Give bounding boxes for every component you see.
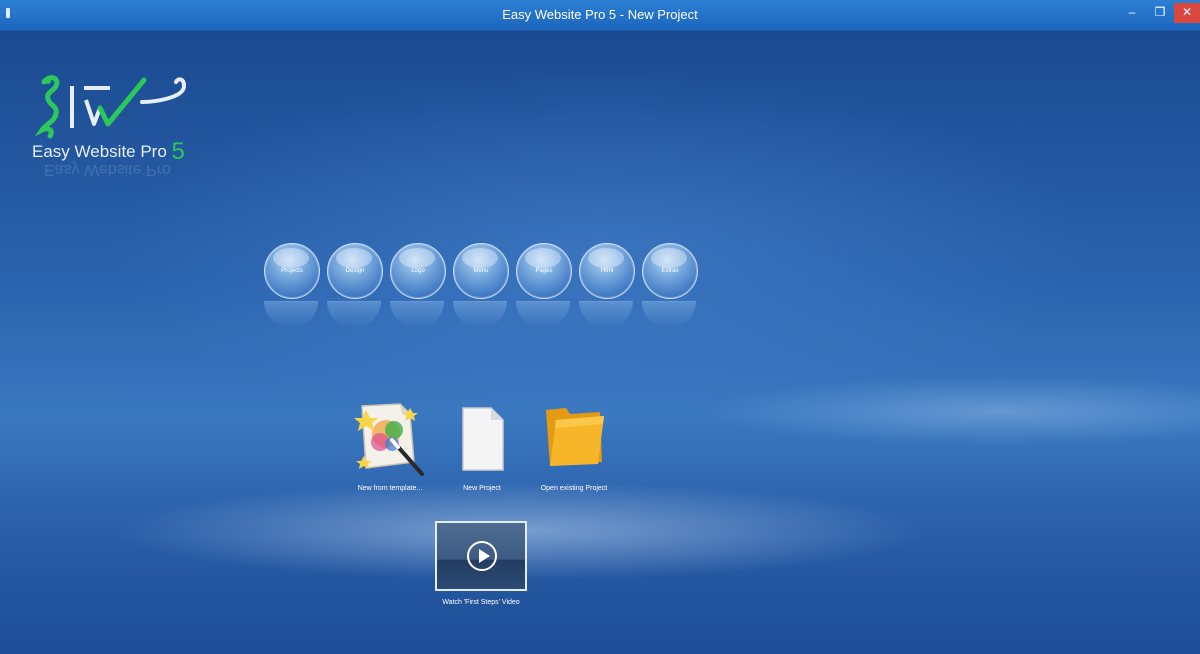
nav-extras-button[interactable]: Extras [642, 243, 698, 299]
blank-document-icon [462, 407, 504, 471]
title-bar: Easy Website Pro 5 - New Project – ❐ ✕ [0, 0, 1200, 31]
bubble-reflection [642, 301, 696, 328]
play-icon [467, 541, 497, 571]
new-project-button[interactable]: New Project [447, 400, 517, 493]
watch-video-button[interactable] [435, 521, 527, 591]
nav-bubbles: Projects Design Logo Menu Pages Html Ext… [264, 243, 704, 333]
nav-menu-button[interactable]: Menu [453, 243, 509, 299]
close-button[interactable]: ✕ [1174, 3, 1200, 23]
nav-projects-button[interactable]: Projects [264, 243, 320, 299]
window-title: Easy Website Pro 5 - New Project [502, 7, 698, 22]
open-existing-project-button[interactable]: Open existing Project [536, 400, 612, 493]
bubble-reflection [579, 301, 633, 328]
new-project-label: New Project [463, 485, 501, 492]
new-from-template-button[interactable]: New from template... [350, 400, 430, 493]
folder-icon [546, 408, 604, 466]
bubble-reflection [390, 301, 444, 328]
logo-reflection: Easy Website Pro [44, 161, 171, 178]
maximize-button[interactable]: ❐ [1146, 3, 1174, 23]
bubble-reflection [516, 301, 570, 328]
nav-html-button[interactable]: Html [579, 243, 635, 299]
template-magic-wand-icon [354, 403, 424, 476]
nav-design-button[interactable]: Design [327, 243, 383, 299]
bubble-reflection [453, 301, 507, 328]
nav-pages-button[interactable]: Pages [516, 243, 572, 299]
bubble-reflection [264, 301, 318, 328]
new-from-template-label: New from template... [357, 485, 423, 492]
watch-video-label: Watch 'First Steps' Video [442, 599, 520, 606]
bubble-reflection [327, 301, 381, 328]
minimize-button[interactable]: – [1118, 3, 1146, 23]
nav-logo-button[interactable]: Logo [390, 243, 446, 299]
open-existing-project-label: Open existing Project [540, 485, 608, 492]
